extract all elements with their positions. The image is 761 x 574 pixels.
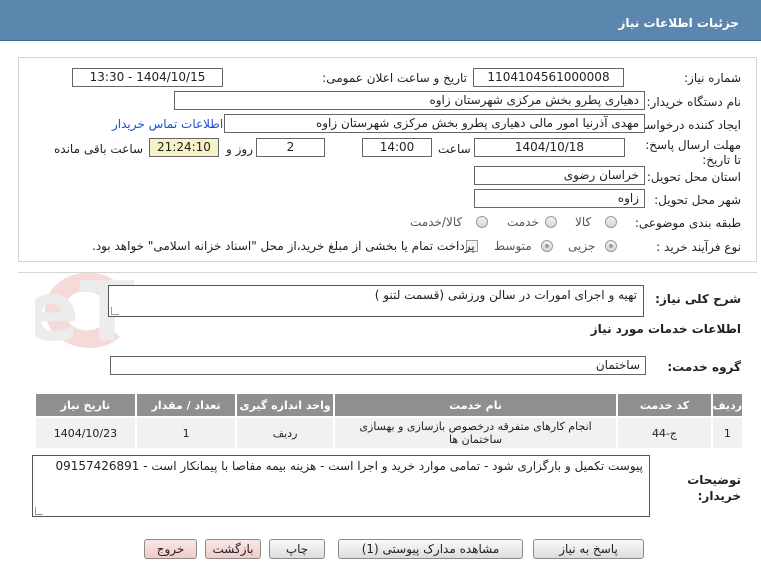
category-service-label: خدمت <box>507 215 539 229</box>
cell-service-code: ج-44 <box>616 416 713 450</box>
buyer-org-field[interactable]: دهیاری پطرو بخش مرکزی شهرستان زاوه <box>174 91 645 110</box>
cell-service-name: انجام کارهای متفرقه درخصوص بازسازی و بهس… <box>332 416 619 450</box>
days-remaining-field[interactable]: 2 <box>256 138 325 157</box>
need-number-field[interactable]: 1104104561000008 <box>473 68 624 87</box>
buyer-org-label: نام دستگاه خریدار: <box>646 95 742 109</box>
reply-button[interactable]: پاسخ به نیاز <box>533 539 644 559</box>
need-number-label: شماره نیاز: <box>684 71 741 85</box>
col-quantity: تعداد / مقدار <box>134 392 238 418</box>
province-label: استان محل تحویل: <box>646 170 741 184</box>
resize-grip-icon[interactable] <box>35 507 43 515</box>
buyer-contact-link[interactable]: اطلاعات تماس خریدار <box>112 117 223 131</box>
announce-date-field[interactable]: 1404/10/15 - 13:30 <box>72 68 223 87</box>
process-medium-label: متوسط <box>494 239 532 253</box>
buyer-notes-label: توضیحات خریدار: <box>687 473 741 503</box>
deadline-label: مهلت ارسال پاسخ: تا تاریخ: <box>645 138 741 167</box>
service-group-label: گروه خدمت: <box>667 360 741 374</box>
process-medium-radio[interactable] <box>541 240 553 252</box>
services-table: ردیف کد خدمت نام خدمت واحد اندازه گیری ت… <box>34 392 745 450</box>
col-unit: واحد اندازه گیری <box>235 392 335 418</box>
treasury-payment-note: پرداخت تمام یا بخشی از مبلغ خرید،از محل … <box>92 239 475 253</box>
buyer-notes-text: پیوست تکمیل و بارگزاری شود - تمامی موارد… <box>55 459 643 473</box>
page-title: جزئیات اطلاعات نیاز <box>618 16 739 30</box>
creator-label: ایجاد کننده درخواست: <box>630 118 741 132</box>
summary-text: تهیه و اجرای امورات در سالن ورزشی (قسمت … <box>374 288 637 302</box>
col-need-date: تاریخ نیاز <box>34 392 137 418</box>
cell-need-date: 1404/10/23 <box>34 416 137 450</box>
col-service-name: نام خدمت <box>332 392 619 418</box>
process-minor-label: جزیی <box>568 239 596 253</box>
exit-button[interactable]: خروج <box>144 539 197 559</box>
category-goods-label: کالا <box>575 215 592 229</box>
service-group-field[interactable]: ساختمان <box>110 356 646 375</box>
back-button[interactable]: بازگشت <box>205 539 261 559</box>
view-attachments-button[interactable]: مشاهده مدارک پیوستی (1) <box>338 539 523 559</box>
remaining-time-field: 21:24:10 <box>149 138 219 157</box>
resize-grip-icon[interactable] <box>111 307 119 315</box>
col-row-number: ردیف <box>710 392 745 418</box>
deadline-time-label: ساعت <box>438 142 471 156</box>
deadline-date-field[interactable]: 1404/10/18 <box>474 138 625 157</box>
days-label: روز و <box>226 142 253 156</box>
process-minor-radio[interactable] <box>605 240 617 252</box>
cell-quantity: 1 <box>134 416 238 450</box>
table-row: 1 ج-44 انجام کارهای متفرقه درخصوص بازساز… <box>34 416 745 450</box>
category-goods-service-label: کالا/خدمت <box>410 215 463 229</box>
summary-label: شرح کلی نیاز: <box>655 292 741 306</box>
services-section-title: اطلاعات خدمات مورد نیاز <box>590 322 741 336</box>
province-field[interactable]: خراسان رضوی <box>474 166 645 185</box>
category-goods-radio[interactable] <box>605 216 617 228</box>
creator-field[interactable]: مهدی آذرنیا امور مالی دهیاری پطرو بخش مر… <box>224 114 645 133</box>
announce-date-label: تاریخ و ساعت اعلان عمومی: <box>322 71 467 85</box>
buyer-notes-textarea[interactable]: پیوست تکمیل و بارگزاری شود - تمامی موارد… <box>32 455 650 517</box>
col-service-code: کد خدمت <box>616 392 713 418</box>
deadline-time-field[interactable]: 14:00 <box>362 138 432 157</box>
summary-textarea[interactable]: تهیه و اجرای امورات در سالن ورزشی (قسمت … <box>108 285 644 317</box>
category-label: طبقه بندی موضوعی: <box>634 216 741 230</box>
category-service-radio[interactable] <box>545 216 557 228</box>
cell-unit: ردیف <box>235 416 335 450</box>
divider <box>18 272 757 273</box>
remaining-time-label: ساعت باقی مانده <box>54 142 144 156</box>
city-field[interactable]: زاوه <box>474 189 645 208</box>
process-type-label: نوع فرآیند خرید : <box>656 240 741 254</box>
city-label: شهر محل تحویل: <box>654 193 741 207</box>
category-goods-service-radio[interactable] <box>476 216 488 228</box>
print-button[interactable]: چاپ <box>269 539 325 559</box>
cell-row-number: 1 <box>710 416 745 450</box>
table-header-row: ردیف کد خدمت نام خدمت واحد اندازه گیری ت… <box>34 392 745 418</box>
